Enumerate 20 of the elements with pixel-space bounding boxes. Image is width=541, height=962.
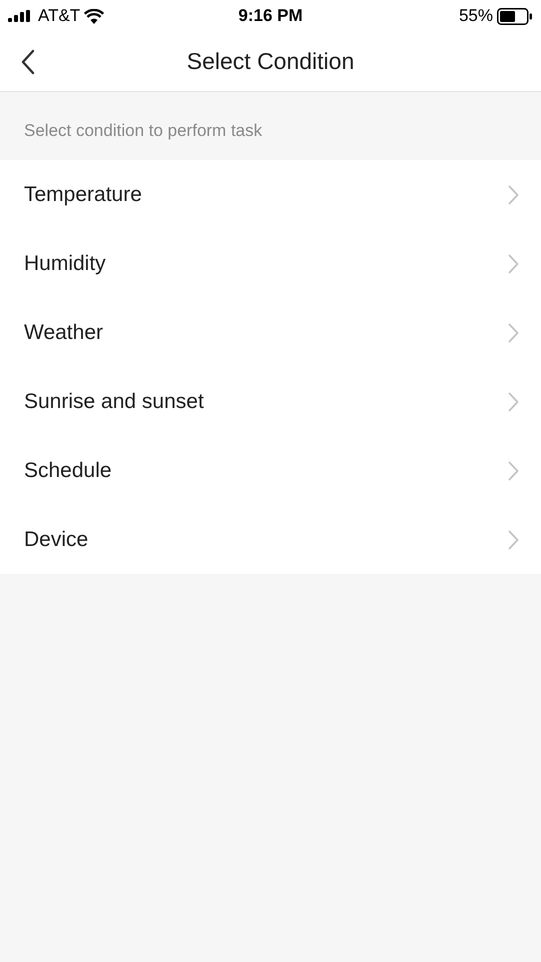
back-icon — [21, 49, 35, 75]
carrier-name: AT&T — [38, 5, 80, 28]
condition-row[interactable]: Weather — [0, 298, 541, 367]
wifi-icon — [84, 8, 104, 24]
condition-row[interactable]: Temperature — [0, 160, 541, 229]
chevron-icon — [508, 392, 519, 412]
chevron-icon — [508, 322, 519, 342]
chevron-icon — [508, 184, 519, 204]
battery-icon — [497, 8, 533, 24]
battery-percent: 55% — [458, 5, 493, 28]
chevron-icon — [508, 530, 519, 550]
condition-row[interactable]: Device — [0, 505, 541, 574]
status-time: 9:16 PM — [238, 5, 303, 28]
condition-row[interactable]: Schedule — [0, 436, 541, 505]
page-title: Select Condition — [186, 47, 354, 76]
condition-row[interactable]: Sunrise and sunset — [0, 367, 541, 436]
hint-text: Select condition to perform task — [24, 120, 262, 142]
chevron-icon — [508, 460, 519, 480]
chevron-icon — [508, 254, 519, 274]
condition-row[interactable]: Humidity — [0, 229, 541, 298]
